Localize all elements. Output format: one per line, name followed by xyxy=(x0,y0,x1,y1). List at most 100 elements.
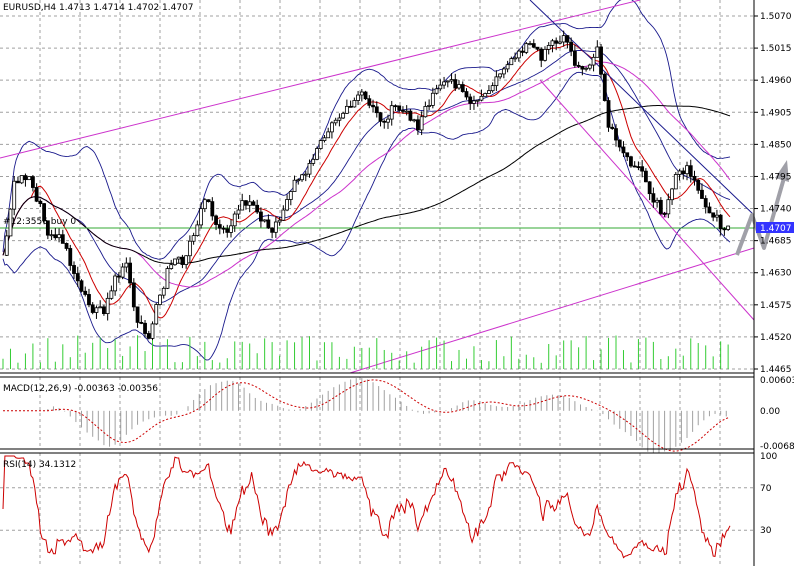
candle-body xyxy=(602,73,607,101)
candle-body xyxy=(681,170,686,175)
candle-body xyxy=(430,92,435,106)
candle-body xyxy=(423,106,428,118)
candle-body xyxy=(135,306,140,323)
candle-body xyxy=(528,43,532,45)
chart-canvas[interactable]: 1.5070 1.5015 1.4960 1.4905 1.4850 1.4795 1.47… xyxy=(0,0,794,566)
candle-body xyxy=(445,80,450,83)
candle-body xyxy=(221,227,226,230)
candle-body xyxy=(98,306,103,309)
candle-body xyxy=(105,297,110,315)
candle-body xyxy=(281,209,286,221)
candle-body xyxy=(139,321,144,324)
candle-body xyxy=(102,306,106,315)
candle-body xyxy=(214,215,218,225)
candle-body xyxy=(259,211,263,222)
macd-tick-label: 0.00603 xyxy=(760,376,794,386)
price-tick-label: 1.5015 xyxy=(760,44,792,54)
candle-body xyxy=(595,46,600,58)
candle-body xyxy=(490,85,495,92)
rsi-tick-label: 100 xyxy=(760,452,777,462)
candle-body xyxy=(415,119,420,131)
candle-body xyxy=(173,258,177,266)
candle-body xyxy=(352,100,357,108)
candle-body xyxy=(199,208,204,226)
candle-body xyxy=(640,166,645,172)
candle-body xyxy=(53,234,58,239)
candle-body xyxy=(206,199,211,203)
candle-body xyxy=(330,122,334,133)
candle-body xyxy=(404,110,409,113)
candle-body xyxy=(703,198,708,208)
candle-body xyxy=(113,275,118,292)
candle-body xyxy=(449,79,454,82)
price-tick-label: 1.4740 xyxy=(760,205,792,215)
candle-body xyxy=(273,221,278,233)
candle-body xyxy=(629,156,633,167)
candle-body xyxy=(617,139,622,148)
candle-body xyxy=(636,166,641,169)
price-tick-label: 1.4795 xyxy=(760,172,792,182)
candle-body xyxy=(647,181,652,195)
candle-body xyxy=(348,105,353,108)
candle-body xyxy=(374,106,379,114)
candle-body xyxy=(554,40,559,44)
candle-body xyxy=(434,88,439,94)
candle-body xyxy=(386,118,390,123)
candle-body xyxy=(232,213,237,227)
candle-body xyxy=(296,179,301,182)
candle-body xyxy=(662,213,667,215)
symbol-header: EURUSD,H4 1.4713 1.4714 1.4702 1.4707 xyxy=(3,3,194,13)
candle-body xyxy=(116,275,121,278)
candle-body xyxy=(356,94,360,101)
price-tick-label: 1.4520 xyxy=(760,333,792,343)
candle-body xyxy=(326,131,331,139)
candle-body xyxy=(169,264,174,269)
price-tick-label: 1.4465 xyxy=(760,365,792,375)
candle-body xyxy=(479,95,484,101)
candle-body xyxy=(4,235,9,256)
candle-body xyxy=(673,174,678,190)
candle-body xyxy=(109,290,114,299)
candle-body xyxy=(666,199,671,215)
candle-body xyxy=(389,105,394,120)
candle-body xyxy=(700,189,704,199)
candle-body xyxy=(520,50,525,53)
price-tick-label: 1.4850 xyxy=(760,140,792,150)
price-tick-label: 1.5070 xyxy=(760,12,792,22)
candle-body xyxy=(393,105,398,108)
candle-body xyxy=(472,100,476,104)
trading-chart[interactable]: 1.5070 1.5015 1.4960 1.4905 1.4850 1.4795 1.47… xyxy=(0,0,794,566)
candle-body xyxy=(195,224,200,237)
candle-body xyxy=(715,214,719,218)
candle-body xyxy=(606,100,611,128)
candle-body xyxy=(315,148,319,160)
candle-body xyxy=(419,116,424,131)
candle-body xyxy=(266,219,271,229)
price-tick-label: 1.4575 xyxy=(760,301,792,311)
candle-body xyxy=(524,43,529,53)
candle-body xyxy=(150,323,155,339)
candle-body xyxy=(75,273,80,282)
candle-body xyxy=(591,56,596,66)
candle-body xyxy=(696,179,701,191)
candle-body xyxy=(685,165,689,175)
candle-body xyxy=(670,188,674,201)
candle-body xyxy=(83,290,88,295)
candle-body xyxy=(535,46,540,50)
candle-body xyxy=(240,200,245,211)
candle-body xyxy=(558,41,562,44)
candle-body xyxy=(12,180,17,210)
candle-body xyxy=(120,266,125,278)
candle-body xyxy=(146,333,151,339)
candle-body xyxy=(367,98,372,106)
candle-body xyxy=(531,43,536,48)
macd-header: MACD(12,26,9) -0.00363 -0.00356 xyxy=(3,384,158,394)
candle-body xyxy=(292,179,297,192)
candle-body xyxy=(311,158,316,164)
candle-body xyxy=(176,256,181,260)
chart-background xyxy=(0,0,794,566)
candle-body xyxy=(288,191,293,200)
candle-body xyxy=(27,176,32,181)
candle-body xyxy=(94,307,99,313)
candle-body xyxy=(561,35,566,43)
